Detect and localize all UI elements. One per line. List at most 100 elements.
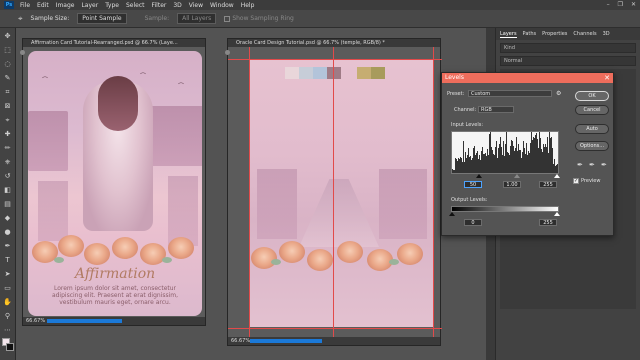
options-bar: ⌖ Sample Size: Point Sample Sample: All … bbox=[0, 10, 640, 28]
document-title[interactable]: Affirmation Card Tutorial-Rearranged.psd… bbox=[23, 39, 205, 47]
pen-tool-icon[interactable]: ✒ bbox=[2, 240, 14, 252]
menu-view[interactable]: View bbox=[189, 2, 203, 9]
tab-paths[interactable]: Paths bbox=[523, 31, 537, 37]
input-black-field[interactable]: 50 bbox=[464, 181, 482, 188]
tab-channels[interactable]: Channels bbox=[573, 31, 596, 37]
black-point-eyedropper-icon[interactable]: ✒ bbox=[577, 161, 585, 169]
rose-decoration bbox=[168, 237, 194, 259]
output-white-field[interactable]: 255 bbox=[539, 219, 557, 226]
close-icon[interactable]: ✕ bbox=[604, 73, 610, 83]
levels-dialog[interactable]: Levels ✕ Preset: Custom ⚙ Channel: RGB I… bbox=[441, 72, 614, 236]
marquee-tool-icon[interactable]: ⬚ bbox=[2, 44, 14, 56]
clone-stamp-tool-icon[interactable]: ⎈ bbox=[2, 156, 14, 168]
preset-select[interactable]: Custom bbox=[468, 90, 552, 97]
close-icon[interactable] bbox=[225, 50, 230, 55]
document-title[interactable]: Oracle Card Design Tutorial.psd @ 66.7% … bbox=[228, 39, 440, 47]
vertical-guide[interactable] bbox=[249, 47, 250, 337]
color-swatch bbox=[357, 67, 371, 79]
channel-select[interactable]: RGB bbox=[478, 106, 514, 113]
temple-stairs bbox=[299, 179, 379, 247]
eraser-tool-icon[interactable]: ◧ bbox=[2, 184, 14, 196]
output-black-slider[interactable] bbox=[449, 212, 455, 216]
input-mid-field[interactable]: 1.00 bbox=[503, 181, 521, 188]
oracle-card-canvas[interactable] bbox=[249, 59, 433, 327]
ok-button[interactable]: OK bbox=[575, 91, 609, 101]
histogram-bar bbox=[558, 151, 559, 173]
white-point-eyedropper-icon[interactable]: ✒ bbox=[601, 161, 609, 169]
move-tool-icon[interactable]: ✥ bbox=[2, 30, 14, 42]
minimize-button[interactable]: – bbox=[607, 1, 610, 8]
menu-layer[interactable]: Layer bbox=[81, 2, 98, 9]
layer-filter-kind[interactable]: Kind bbox=[500, 43, 636, 53]
menu-select[interactable]: Select bbox=[126, 2, 145, 9]
vertical-guide[interactable] bbox=[333, 47, 334, 337]
quick-select-tool-icon[interactable]: ✎ bbox=[2, 72, 14, 84]
color-swatches[interactable] bbox=[0, 338, 15, 356]
show-ring-option[interactable]: Show Sampling Ring bbox=[224, 15, 294, 22]
input-black-slider[interactable] bbox=[476, 174, 482, 178]
close-button[interactable]: ✕ bbox=[631, 1, 636, 8]
blur-tool-icon[interactable]: ◆ bbox=[2, 212, 14, 224]
blend-mode-select[interactable]: Normal bbox=[500, 56, 636, 66]
output-black-field[interactable]: 0 bbox=[464, 219, 482, 226]
input-mid-slider[interactable] bbox=[514, 174, 520, 178]
crop-tool-icon[interactable]: ⌗ bbox=[2, 86, 14, 98]
panel-tabs: Layers Paths Properties Channels 3D bbox=[496, 28, 640, 40]
close-icon[interactable] bbox=[20, 50, 25, 55]
type-tool-icon[interactable]: T bbox=[2, 254, 14, 266]
menu-type[interactable]: Type bbox=[105, 2, 119, 9]
preset-options-gear-icon[interactable]: ⚙ bbox=[556, 90, 561, 97]
levels-dialog-title[interactable]: Levels ✕ bbox=[442, 73, 613, 83]
menu-file[interactable]: File bbox=[20, 2, 30, 9]
output-white-slider[interactable] bbox=[554, 212, 560, 216]
path-selection-tool-icon[interactable]: ➤ bbox=[2, 268, 14, 280]
zoom-level[interactable]: 66.67% bbox=[26, 318, 45, 324]
sample-size-select[interactable]: Point Sample bbox=[77, 13, 127, 24]
history-brush-tool-icon[interactable]: ↺ bbox=[2, 170, 14, 182]
menu-3d[interactable]: 3D bbox=[173, 2, 181, 9]
affirmation-card-canvas[interactable]: ⌒ ⌒ ⌒ Affirmation Lorem ipsum dolor sit … bbox=[28, 51, 202, 316]
gradient-tool-icon[interactable]: ▤ bbox=[2, 198, 14, 210]
output-levels-label: Output Levels: bbox=[451, 197, 488, 203]
eyedropper-tool-icon[interactable]: ⌖ bbox=[2, 114, 14, 126]
background-color-swatch[interactable] bbox=[6, 343, 14, 351]
horizontal-guide[interactable] bbox=[228, 59, 442, 60]
input-white-slider[interactable] bbox=[554, 174, 560, 178]
document-status-bar: 66.67% bbox=[23, 317, 205, 325]
input-levels-label: Input Levels: bbox=[451, 122, 484, 128]
sample-select[interactable]: All Layers bbox=[177, 13, 217, 24]
input-white-field[interactable]: 255 bbox=[539, 181, 557, 188]
auto-button[interactable]: Auto bbox=[575, 124, 609, 134]
brush-tool-icon[interactable]: ✏ bbox=[2, 142, 14, 154]
horizontal-guide[interactable] bbox=[228, 328, 442, 329]
eyedropper-icon[interactable]: ⌖ bbox=[18, 14, 23, 24]
lasso-tool-icon[interactable]: ◌ bbox=[2, 58, 14, 70]
cancel-button[interactable]: Cancel bbox=[575, 105, 609, 115]
zoom-tool-icon[interactable]: ⚲ bbox=[2, 310, 14, 322]
menu-edit[interactable]: Edit bbox=[37, 2, 49, 9]
tab-layers[interactable]: Layers bbox=[500, 31, 517, 38]
dodge-tool-icon[interactable]: ● bbox=[2, 226, 14, 238]
menu-filter[interactable]: Filter bbox=[152, 2, 167, 9]
sample-size-label: Sample Size: bbox=[30, 15, 70, 22]
menu-image[interactable]: Image bbox=[56, 2, 75, 9]
hand-tool-icon[interactable]: ✋ bbox=[2, 296, 14, 308]
show-ring-checkbox[interactable] bbox=[224, 15, 231, 22]
options-button[interactable]: Options... bbox=[575, 141, 609, 151]
zoom-level[interactable]: 66.67% bbox=[231, 338, 250, 344]
restore-button[interactable]: ❐ bbox=[618, 1, 623, 8]
more-tools-icon[interactable]: ⋯ bbox=[2, 324, 14, 336]
menu-help[interactable]: Help bbox=[241, 2, 255, 9]
tab-3d[interactable]: 3D bbox=[603, 31, 610, 37]
document-progress-bar bbox=[250, 339, 322, 343]
document-window-affirmation[interactable]: Affirmation Card Tutorial-Rearranged.psd… bbox=[20, 38, 206, 326]
gray-point-eyedropper-icon[interactable]: ✒ bbox=[589, 161, 597, 169]
frame-tool-icon[interactable]: ⊠ bbox=[2, 100, 14, 112]
preview-checkbox[interactable]: ✓ bbox=[573, 178, 579, 184]
document-window-oracle[interactable]: Oracle Card Design Tutorial.psd @ 66.7% … bbox=[225, 38, 442, 346]
menu-window[interactable]: Window bbox=[210, 2, 234, 9]
healing-brush-tool-icon[interactable]: ✚ bbox=[2, 128, 14, 140]
rectangle-tool-icon[interactable]: ▭ bbox=[2, 282, 14, 294]
tab-properties[interactable]: Properties bbox=[542, 31, 567, 37]
vertical-guide[interactable] bbox=[433, 47, 434, 337]
